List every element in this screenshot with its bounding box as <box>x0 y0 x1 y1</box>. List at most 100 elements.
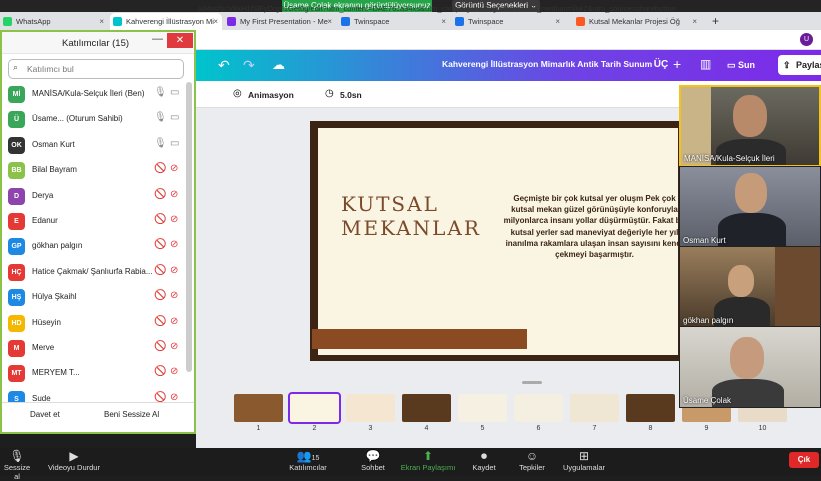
url-field[interactable]: a34xs/bcV8xH1fSlFyDrg61Get0g/edit?utm_co… <box>198 4 758 13</box>
tab-presentation[interactable]: My First Presentation - Me × <box>224 13 336 30</box>
mic-muted-icon[interactable]: 🚫 <box>154 189 166 200</box>
video-off-icon[interactable]: ⊘ <box>170 316 178 327</box>
mic-muted-icon[interactable]: 🚫 <box>154 316 166 327</box>
minimize-icon[interactable]: — <box>152 33 163 45</box>
stop-video-button[interactable]: ▶ Videoyu Durdur <box>46 449 102 472</box>
participant-row[interactable]: BB Bilal Bayram 🚫 ⊘ <box>8 160 186 182</box>
video-off-icon[interactable]: ⊘ <box>170 189 178 200</box>
undo-icon[interactable]: ↶ <box>218 57 230 74</box>
mic-muted-icon[interactable]: 🚫 <box>154 239 166 250</box>
slide-title-line2[interactable]: MEKANLAR <box>341 216 481 240</box>
cloud-save-icon[interactable]: ☁ <box>272 57 285 73</box>
video-off-icon[interactable]: ⊘ <box>170 366 178 377</box>
participant-row[interactable]: HŞ Hülya Şkaihl 🚫 ⊘ <box>8 287 186 309</box>
tab-twinspace-2[interactable]: Twinspace × <box>452 13 564 30</box>
animation-button[interactable]: Animasyon <box>248 90 294 100</box>
apps-button[interactable]: ⊞ Uygulamalar <box>560 449 608 472</box>
mute-me-button[interactable]: Beni Sessize Al <box>104 410 159 419</box>
participant-row[interactable]: HÇ Hatice Çakmak/ Şanlıurfa Rabia... 🚫 ⊘ <box>8 262 186 284</box>
filmstrip-handle[interactable] <box>522 381 542 384</box>
close-icon[interactable]: × <box>441 13 446 30</box>
slide-thumbnail[interactable] <box>514 394 563 422</box>
tab-twinspace-1[interactable]: Twinspace × <box>338 13 450 30</box>
tab-whatsapp[interactable]: WhatsApp × <box>0 13 108 30</box>
people-icon: 👥15 <box>296 449 320 463</box>
profile-avatar[interactable]: U <box>800 33 813 46</box>
mic-muted-icon[interactable]: 🚫 <box>154 341 166 352</box>
add-collaborator-icon[interactable]: + <box>673 56 681 72</box>
slide-title-line1[interactable]: KUTSAL <box>341 192 439 216</box>
participants-button[interactable]: 👥15 Katılımcılar <box>285 449 331 472</box>
participant-row[interactable]: MT MERYEM T... 🚫 ⊘ <box>8 363 186 385</box>
tab-canva[interactable]: Kahverengi İllüstrasyon Mi × <box>110 13 222 30</box>
close-icon[interactable]: × <box>99 13 104 30</box>
slide-thumbnail[interactable] <box>626 394 675 422</box>
collaborator-avatar[interactable]: ÜÇ <box>650 55 672 75</box>
leave-button[interactable]: Çık <box>789 452 819 468</box>
slide-thumbnail[interactable] <box>288 392 341 424</box>
panel-title: Katılımcılar (15) <box>62 38 130 49</box>
video-tile[interactable]: Üsame Çolak <box>679 326 821 408</box>
video-off-icon[interactable]: ⊘ <box>170 163 178 174</box>
video-off-icon[interactable]: ⊘ <box>170 265 178 276</box>
participant-row[interactable]: M Merve 🚫 ⊘ <box>8 338 186 360</box>
close-icon[interactable]: × <box>555 13 560 30</box>
new-tab-button[interactable]: + <box>708 13 728 30</box>
share-button[interactable]: ⇪Paylaş <box>778 55 821 75</box>
video-tile[interactable]: gökhan palgın <box>679 246 821 328</box>
video-off-icon[interactable]: ⊘ <box>170 239 178 250</box>
slide-thumbnail[interactable] <box>402 394 451 422</box>
participant-row[interactable]: Mİ MANİSA/Kula-Selçuk İleri (Ben) 🎙 ▭ <box>8 84 186 106</box>
reactions-button[interactable]: ☺ Tepkiler <box>516 449 548 472</box>
participant-row[interactable]: GP gökhan palgın 🚫 ⊘ <box>8 236 186 258</box>
slide-accent-bar[interactable] <box>312 329 527 349</box>
mic-muted-icon[interactable]: 🚫 <box>154 290 166 301</box>
animation-icon[interactable]: ◎ <box>233 88 242 99</box>
slide-thumbnail[interactable] <box>234 394 283 422</box>
video-off-icon[interactable]: ⊘ <box>170 214 178 225</box>
slide-thumbnail[interactable] <box>346 394 395 422</box>
microphone-icon[interactable]: 🎙 <box>154 112 167 123</box>
close-icon[interactable]: × <box>327 13 332 30</box>
tab-kutsal-mekanlar[interactable]: Kutsal Mekanlar Projesi Öğ × <box>573 13 701 30</box>
participant-row[interactable]: OK Osman Kurt 🎙 ▭ <box>8 135 186 157</box>
scrollbar[interactable] <box>186 82 192 372</box>
mute-button[interactable]: 🎙 Sessize al <box>0 449 34 481</box>
redo-icon[interactable]: ↷ <box>243 57 255 74</box>
duration-button[interactable]: 5.0sn <box>340 90 362 100</box>
mic-muted-icon[interactable]: 🚫 <box>154 265 166 276</box>
video-tile[interactable]: Osman Kurt <box>679 166 821 248</box>
slide-thumbnail[interactable] <box>570 394 619 422</box>
video-off-icon[interactable]: ⊘ <box>170 290 178 301</box>
share-screen-button[interactable]: ⬆ Ekran Paylaşımı <box>400 449 456 472</box>
participant-row[interactable]: E Edanur 🚫 ⊘ <box>8 211 186 233</box>
video-tile[interactable]: MANİSA/Kula-Selçuk İleri <box>679 85 821 167</box>
chat-button[interactable]: 💬 Sohbet <box>356 449 390 472</box>
video-camera-icon[interactable]: ▭ <box>170 87 179 98</box>
present-button[interactable]: ▭ Sun <box>727 56 772 74</box>
document-title[interactable]: Kahverengi İllüstrasyon Mimarlık Antik T… <box>442 59 652 69</box>
video-camera-icon[interactable]: ▭ <box>170 138 179 149</box>
video-camera-icon[interactable]: ▭ <box>170 112 179 123</box>
slide-thumbnail[interactable] <box>458 394 507 422</box>
close-icon[interactable]: × <box>692 13 697 30</box>
microphone-icon[interactable]: 🎙 <box>154 138 167 149</box>
mic-muted-icon[interactable]: 🚫 <box>154 214 166 225</box>
insights-icon[interactable]: ▥ <box>700 57 711 71</box>
timer-icon[interactable]: ◷ <box>325 88 334 99</box>
mic-muted-icon[interactable]: 🚫 <box>154 163 166 174</box>
participant-search-input[interactable]: Katılımcı bul <box>8 59 184 79</box>
microphone-icon[interactable]: 🎙 <box>154 87 167 98</box>
invite-button[interactable]: Davet et <box>30 410 60 419</box>
avatar: MT <box>8 365 25 383</box>
video-off-icon[interactable]: ⊘ <box>170 341 178 352</box>
slide-body-text[interactable]: Geçmişte bir çok kutsal yer oluşm Pek ço… <box>502 193 687 260</box>
participant-row[interactable]: D Derya 🚫 ⊘ <box>8 186 186 208</box>
close-icon[interactable]: × <box>213 13 218 30</box>
participant-row[interactable]: Ü Üsame... (Oturum Sahibi) 🎙 ▭ <box>8 109 186 131</box>
record-button[interactable]: ⏺ Kaydet <box>468 449 500 472</box>
participant-face <box>730 337 764 379</box>
mic-muted-icon[interactable]: 🚫 <box>154 366 166 377</box>
participant-row[interactable]: HD Hüseyin 🚫 ⊘ <box>8 313 186 335</box>
close-panel-button[interactable]: ✕ <box>167 33 193 48</box>
